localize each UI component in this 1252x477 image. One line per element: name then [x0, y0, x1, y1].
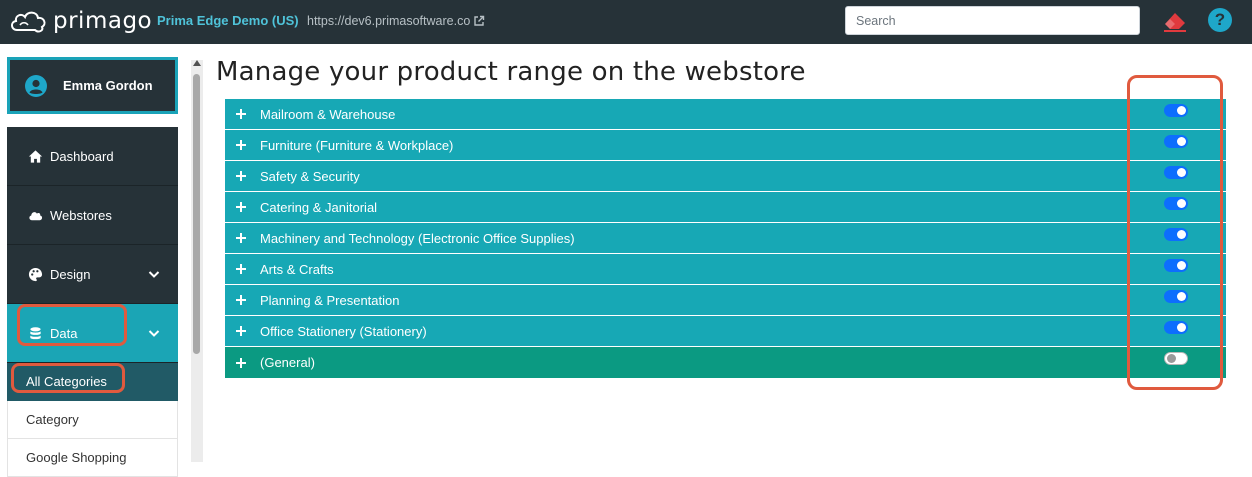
- plus-icon[interactable]: [235, 108, 247, 120]
- plus-icon[interactable]: [235, 139, 247, 151]
- plus-icon[interactable]: [235, 232, 247, 244]
- category-visibility-toggle[interactable]: [1164, 135, 1188, 148]
- user-name: Emma Gordon: [63, 78, 153, 93]
- user-avatar-icon: [25, 74, 47, 97]
- category-label: (General): [260, 355, 315, 370]
- category-row[interactable]: Catering & Janitorial: [225, 192, 1226, 223]
- sidebar-item-label: Webstores: [50, 207, 112, 223]
- sidebar-nav: Dashboard Webstores Design Data All Cate…: [7, 127, 178, 477]
- top-bar: primago Prima Edge Demo (US) https://dev…: [0, 0, 1252, 44]
- logo-text: primago: [53, 8, 153, 34]
- category-row[interactable]: Furniture (Furniture & Workplace): [225, 130, 1226, 161]
- category-list: Mailroom & Warehouse Furniture (Furnitur…: [225, 99, 1226, 378]
- category-label: Arts & Crafts: [260, 261, 334, 277]
- plus-icon[interactable]: [235, 357, 247, 369]
- eraser-icon[interactable]: [1161, 7, 1189, 35]
- category-row[interactable]: Mailroom & Warehouse: [225, 99, 1226, 130]
- cloud-icon: [29, 211, 43, 220]
- sidebar-item-label: Data: [50, 325, 78, 341]
- category-visibility-toggle[interactable]: [1164, 290, 1188, 303]
- plus-icon[interactable]: [235, 263, 247, 275]
- cloud-logo-icon: [11, 11, 46, 33]
- sidebar-item-label: Design: [50, 266, 91, 282]
- page-title: Manage your product range on the webstor…: [216, 57, 806, 87]
- category-visibility-toggle[interactable]: [1164, 228, 1188, 241]
- category-label: Planning & Presentation: [260, 292, 400, 308]
- category-label: Machinery and Technology (Electronic Off…: [260, 230, 575, 246]
- category-row[interactable]: Arts & Crafts: [225, 254, 1226, 285]
- chevron-down-icon: [148, 330, 160, 337]
- external-link-icon: [474, 15, 485, 26]
- sidebar-item-data[interactable]: Data: [7, 304, 178, 363]
- webstore-link[interactable]: https://dev6.primasoftware.co: [307, 12, 485, 30]
- help-icon[interactable]: ?: [1208, 8, 1232, 32]
- chevron-down-icon: [148, 271, 160, 278]
- sidebar-subitem-category[interactable]: Category: [7, 401, 178, 439]
- sidebar-subitem-google-shopping[interactable]: Google Shopping: [7, 439, 178, 477]
- user-profile[interactable]: Emma Gordon: [7, 57, 178, 114]
- sidebar-item-design[interactable]: Design: [7, 245, 178, 304]
- plus-icon[interactable]: [235, 294, 247, 306]
- category-visibility-toggle[interactable]: [1164, 197, 1188, 210]
- category-label: Office Stationery (Stationery): [260, 323, 427, 339]
- search-input[interactable]: [845, 6, 1140, 35]
- company-name[interactable]: Prima Edge Demo (US): [157, 12, 299, 30]
- category-visibility-toggle[interactable]: [1164, 352, 1188, 365]
- category-label: Catering & Janitorial: [260, 199, 378, 215]
- scrollbar-thumb[interactable]: [193, 74, 200, 354]
- category-label: Furniture (Furniture & Workplace): [260, 137, 454, 153]
- sidebar-subitem-all-categories[interactable]: All Categories: [7, 363, 178, 401]
- palette-icon: [28, 267, 43, 281]
- category-visibility-toggle[interactable]: [1164, 321, 1188, 334]
- webstore-url: https://dev6.primasoftware.co: [307, 14, 471, 28]
- sidebar-item-label: Dashboard: [50, 148, 114, 164]
- database-icon: [30, 326, 41, 339]
- plus-icon[interactable]: [235, 170, 247, 182]
- category-visibility-toggle[interactable]: [1164, 166, 1188, 179]
- home-icon: [28, 149, 43, 163]
- sidebar-item-dashboard[interactable]: Dashboard: [7, 127, 178, 186]
- scroll-up-arrow-icon[interactable]: [193, 60, 201, 66]
- primago-logo[interactable]: primago: [8, 8, 152, 34]
- plus-icon[interactable]: [235, 201, 247, 213]
- category-label: Safety & Security: [260, 168, 360, 184]
- category-visibility-toggle[interactable]: [1164, 259, 1188, 272]
- category-visibility-toggle[interactable]: [1164, 104, 1188, 117]
- category-row[interactable]: Safety & Security: [225, 161, 1226, 192]
- category-row[interactable]: Planning & Presentation: [225, 285, 1226, 316]
- category-row-general[interactable]: (General): [225, 347, 1226, 378]
- sidebar-item-webstores[interactable]: Webstores: [7, 186, 178, 245]
- plus-icon[interactable]: [235, 325, 247, 337]
- category-label: Mailroom & Warehouse: [260, 106, 396, 122]
- category-row[interactable]: Machinery and Technology (Electronic Off…: [225, 223, 1226, 254]
- category-row[interactable]: Office Stationery (Stationery): [225, 316, 1226, 347]
